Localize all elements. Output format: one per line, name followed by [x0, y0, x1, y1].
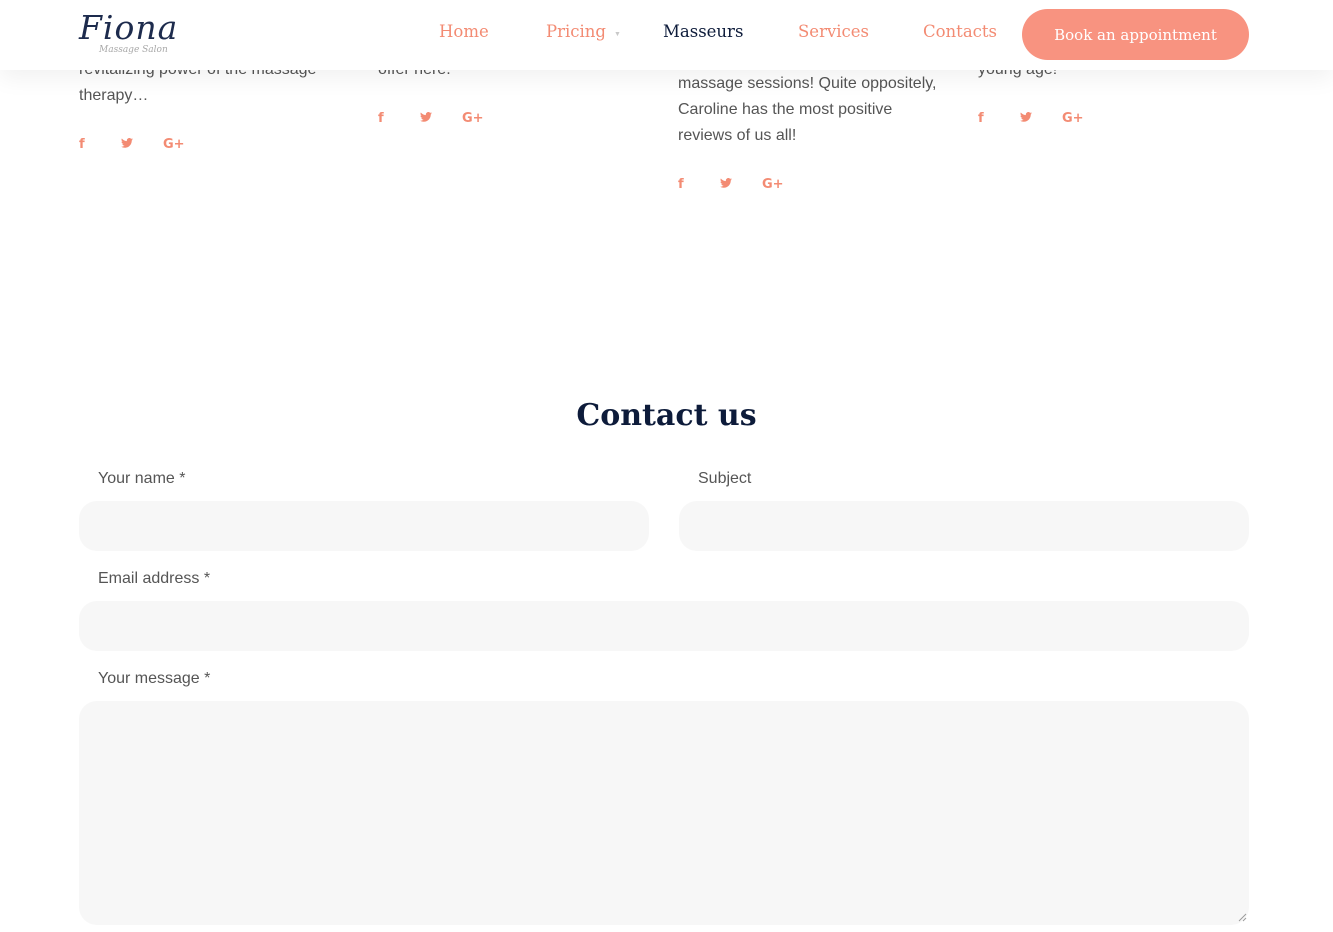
- site-header: Fiona Massage Salon Home Pricing Masseur…: [0, 0, 1333, 70]
- name-input[interactable]: [79, 501, 649, 551]
- subject-label: Subject: [698, 470, 752, 487]
- subject-input[interactable]: [679, 501, 1249, 551]
- nav-home[interactable]: Home: [439, 22, 489, 41]
- logo-script: Fiona: [79, 8, 179, 47]
- social-links: f G+: [79, 137, 349, 152]
- social-links: f G+: [378, 111, 648, 126]
- email-input[interactable]: [79, 601, 1249, 651]
- logo[interactable]: Fiona Massage Salon: [79, 8, 189, 60]
- nav-contacts[interactable]: Contacts: [923, 22, 997, 41]
- masseur-bio: massage sessions! Quite oppositely, Caro…: [678, 75, 937, 144]
- facebook-icon[interactable]: f: [378, 111, 420, 126]
- message-label: Your message *: [98, 670, 211, 687]
- message-textarea[interactable]: [79, 701, 1249, 925]
- contact-title: Contact us: [576, 398, 757, 433]
- twitter-icon[interactable]: [1020, 111, 1062, 126]
- twitter-icon[interactable]: [720, 177, 762, 192]
- book-appointment-button[interactable]: Book an appointment: [1022, 9, 1249, 60]
- nav-masseurs[interactable]: Masseurs: [663, 22, 743, 41]
- name-label: Your name *: [98, 470, 186, 487]
- twitter-icon[interactable]: [420, 111, 462, 126]
- resize-handle-icon[interactable]: [1238, 913, 1247, 922]
- google-plus-icon[interactable]: G+: [762, 177, 804, 192]
- social-links: f G+: [678, 177, 958, 192]
- facebook-icon[interactable]: f: [79, 137, 121, 152]
- twitter-icon[interactable]: [121, 137, 163, 152]
- email-label: Email address *: [98, 570, 211, 587]
- masseur-card-1: revitalizing power of the massage therap…: [79, 57, 349, 152]
- google-plus-icon[interactable]: G+: [1062, 111, 1104, 126]
- nav-services[interactable]: Services: [798, 22, 869, 41]
- logo-subtitle: Massage Salon: [99, 45, 168, 55]
- google-plus-icon[interactable]: G+: [462, 111, 504, 126]
- masseur-card-3: massage sessions! Quite oppositely, Caro…: [678, 71, 958, 192]
- chevron-down-icon[interactable]: ▼: [614, 31, 621, 38]
- google-plus-icon[interactable]: G+: [163, 137, 205, 152]
- nav-pricing[interactable]: Pricing: [546, 22, 606, 41]
- facebook-icon[interactable]: f: [978, 111, 1020, 126]
- facebook-icon[interactable]: f: [678, 177, 720, 192]
- social-links: f G+: [978, 111, 1248, 126]
